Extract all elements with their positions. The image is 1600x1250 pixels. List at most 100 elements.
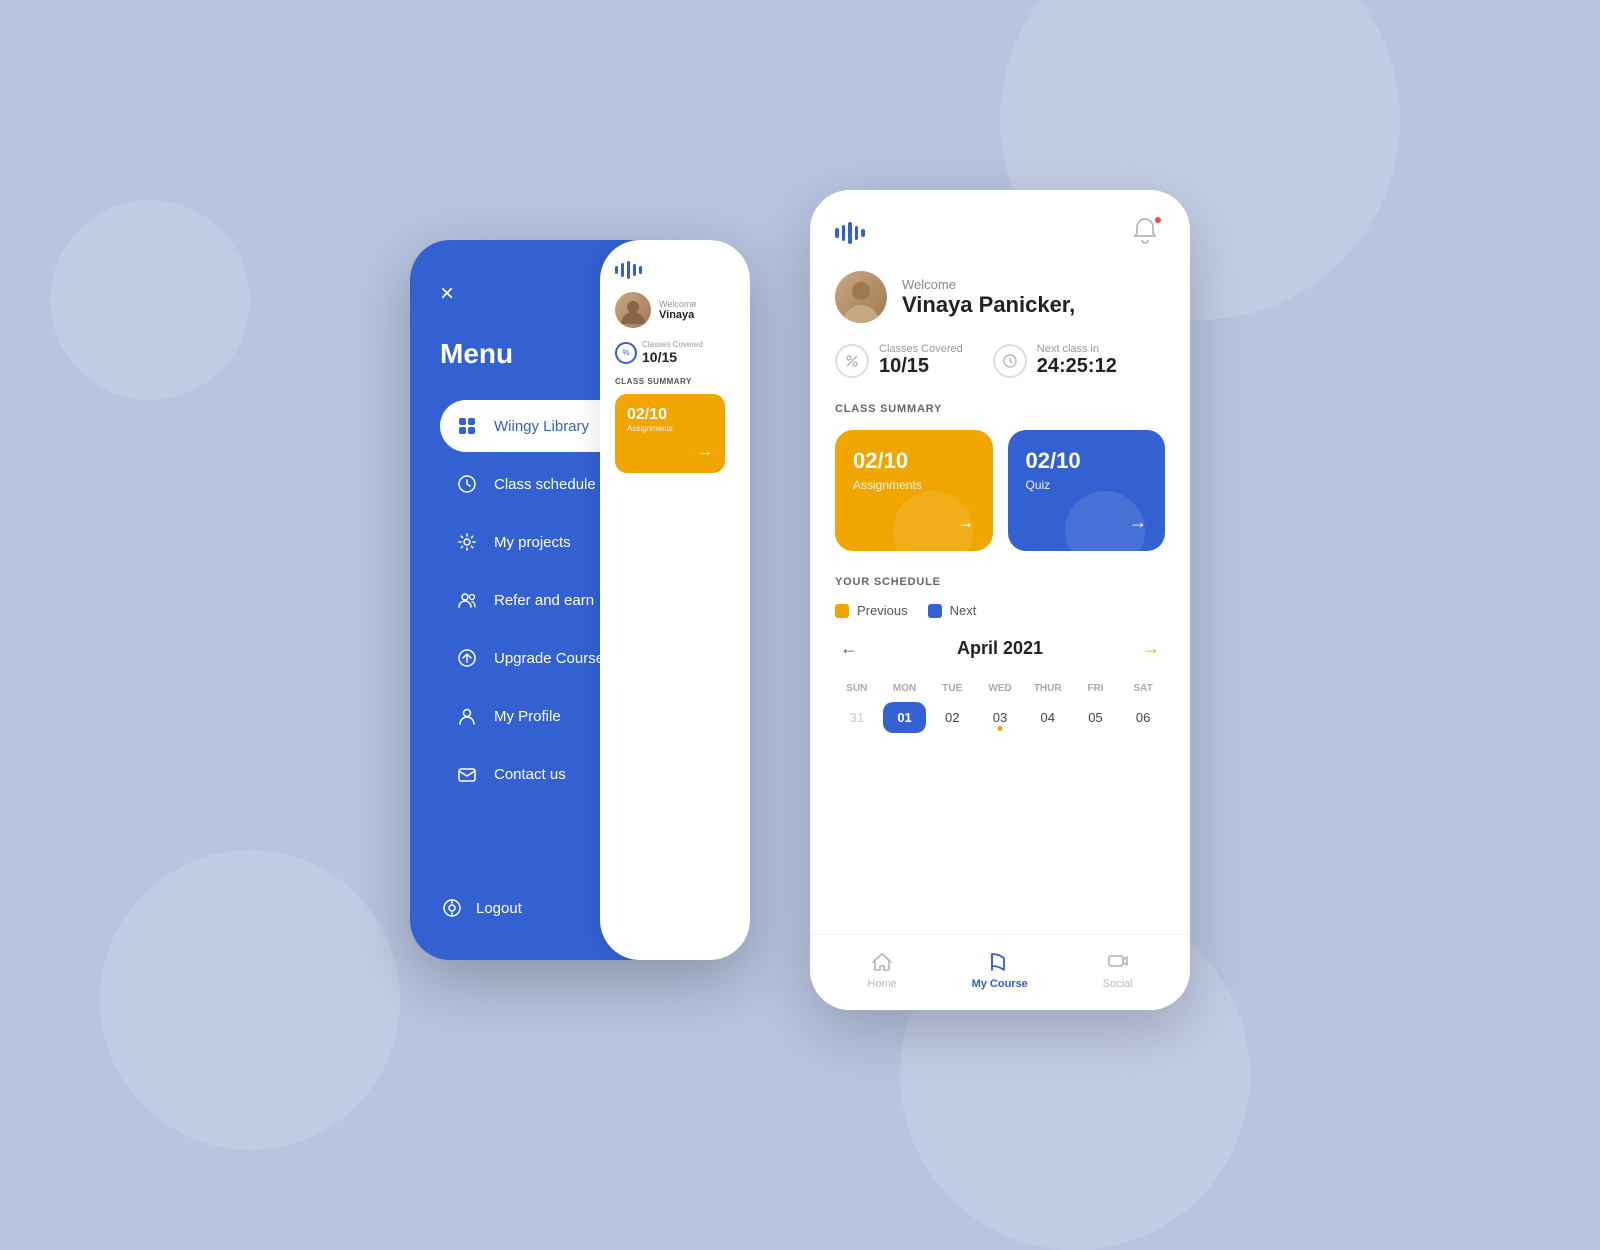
cal-cell-05[interactable]: 05 (1074, 702, 1118, 733)
mail-icon (455, 762, 479, 786)
percent-circle-icon (835, 344, 869, 378)
phone-right-content: Welcome Vinaya Panicker, Classes C (810, 190, 1190, 934)
calendar-prev-button[interactable]: ← (835, 633, 863, 664)
clock-circle-icon (993, 344, 1027, 378)
bottom-nav: Home My Course Social (810, 934, 1190, 1010)
previous-dot (835, 604, 849, 618)
sidebar-item-label: Class schedule (494, 476, 596, 493)
sidebar-item-label: Contact us (494, 766, 566, 783)
next-legend: Next (928, 603, 977, 618)
calendar-nav: ← April 2021 → (835, 633, 1165, 664)
waveform-main (835, 222, 865, 244)
right-phone: Welcome Vinaya Panicker, Classes C (810, 190, 1190, 1010)
logout-label: Logout (476, 900, 522, 917)
clock-icon (455, 472, 479, 496)
user-name: Vinaya Panicker, (902, 292, 1075, 318)
cal-header-sat: SAT (1121, 679, 1165, 698)
peek-arrow: → (627, 443, 713, 461)
avatar-image (615, 292, 651, 328)
cal-cell-03[interactable]: 03 (978, 702, 1022, 733)
top-bar (835, 215, 1165, 251)
peek-avatar (615, 292, 651, 328)
classes-covered-value: 10/15 (879, 355, 963, 378)
quiz-value: 02/10 (1026, 448, 1148, 474)
previous-legend: Previous (835, 603, 908, 618)
calendar-month: April 2021 (957, 638, 1043, 659)
peek-classes-info: Classes Covered 10/15 (642, 340, 703, 365)
logout-icon (440, 896, 464, 920)
sidebar-item-label: My projects (494, 534, 571, 551)
welcome-label: Welcome (902, 277, 1075, 292)
cal-header-fri: FRI (1074, 679, 1118, 698)
next-class-label: Next class in (1037, 343, 1117, 355)
peek-classes-label: Classes Covered (642, 340, 703, 349)
nav-home[interactable]: Home (867, 950, 896, 990)
peek-assignment-card[interactable]: 02/10 Assignments → (615, 394, 725, 473)
summary-cards: 02/10 Assignments → 02/10 Quiz → (835, 430, 1165, 551)
next-class-details: Next class in 24:25:12 (1037, 343, 1117, 378)
settings-icon (455, 530, 479, 554)
profile-text: Welcome Vinaya Panicker, (902, 277, 1075, 318)
sidebar-item-label: Refer and earn (494, 592, 594, 609)
peek-assignment-value: 02/10 (627, 406, 713, 424)
cal-header-mon: MON (883, 679, 927, 698)
home-label: Home (867, 978, 896, 990)
peek-profile: Welcome Vinaya (615, 292, 745, 328)
percent-icon: % (615, 342, 637, 364)
assignment-label: Assignments (853, 478, 975, 492)
card-decor (893, 491, 973, 551)
peek-summary-label: CLASS SUMMARY (615, 377, 745, 386)
cal-header-wed: WED (978, 679, 1022, 698)
profile-section: Welcome Vinaya Panicker, (835, 271, 1165, 323)
grid-icon (455, 414, 479, 438)
calendar-next-button[interactable]: → (1137, 633, 1165, 664)
sidebar-item-label: Upgrade Course (494, 650, 604, 667)
phones-container: × Menu Wiingy Library (410, 190, 1190, 1010)
users-icon (455, 588, 479, 612)
previous-label: Previous (857, 603, 908, 618)
peek-user-name: Vinaya (659, 309, 696, 321)
peek-classes-stat: % Classes Covered 10/15 (615, 340, 745, 365)
peek-panel: Welcome Vinaya % Classes Covered 10/15 C… (600, 240, 750, 960)
class-summary-label: CLASS SUMMARY (835, 403, 1165, 415)
profile-avatar (835, 271, 887, 323)
notification-button[interactable] (1129, 215, 1165, 251)
peek-classes-value: 10/15 (642, 349, 703, 365)
book-icon (988, 950, 1012, 974)
assignment-card[interactable]: 02/10 Assignments → (835, 430, 993, 551)
calendar-grid: SUN MON TUE WED THUR FRI SAT 31 01 02 03… (835, 679, 1165, 733)
waveform-peek (615, 260, 745, 280)
peek-assignment-label: Assignments (627, 424, 713, 433)
person-icon (455, 704, 479, 728)
cal-cell-02[interactable]: 02 (930, 702, 974, 733)
next-label: Next (950, 603, 977, 618)
cal-cell-04[interactable]: 04 (1026, 702, 1070, 733)
close-button[interactable]: × (440, 280, 470, 308)
cal-header-tue: TUE (930, 679, 974, 698)
peek-welcome: Welcome Vinaya (659, 299, 696, 321)
notification-badge (1153, 215, 1163, 225)
my-course-label: My Course (972, 978, 1028, 990)
cal-header-sun: SUN (835, 679, 879, 698)
assignment-value: 02/10 (853, 448, 975, 474)
card-decor-2 (1065, 491, 1145, 551)
peek-welcome-label: Welcome (659, 299, 696, 309)
classes-covered-label: Classes Covered (879, 343, 963, 355)
cal-header-thur: THUR (1026, 679, 1070, 698)
nav-social[interactable]: Social (1103, 950, 1133, 990)
cal-cell-01[interactable]: 01 (883, 702, 927, 733)
quiz-card[interactable]: 02/10 Quiz → (1008, 430, 1166, 551)
logout-button[interactable]: Logout (440, 896, 522, 920)
next-dot (928, 604, 942, 618)
sidebar-item-label: My Profile (494, 708, 561, 725)
stats-row: Classes Covered 10/15 Next class in 24:2… (835, 343, 1165, 378)
cal-cell-31[interactable]: 31 (835, 702, 879, 733)
classes-covered-stat: Classes Covered 10/15 (835, 343, 963, 378)
your-schedule-label: YOUR SCHEDULE (835, 576, 1165, 588)
schedule-legend: Previous Next (835, 603, 1165, 618)
social-icon (1106, 950, 1130, 974)
nav-my-course[interactable]: My Course (972, 950, 1028, 990)
cal-cell-06[interactable]: 06 (1121, 702, 1165, 733)
social-label: Social (1103, 978, 1133, 990)
bg-decor-2 (100, 850, 400, 1150)
